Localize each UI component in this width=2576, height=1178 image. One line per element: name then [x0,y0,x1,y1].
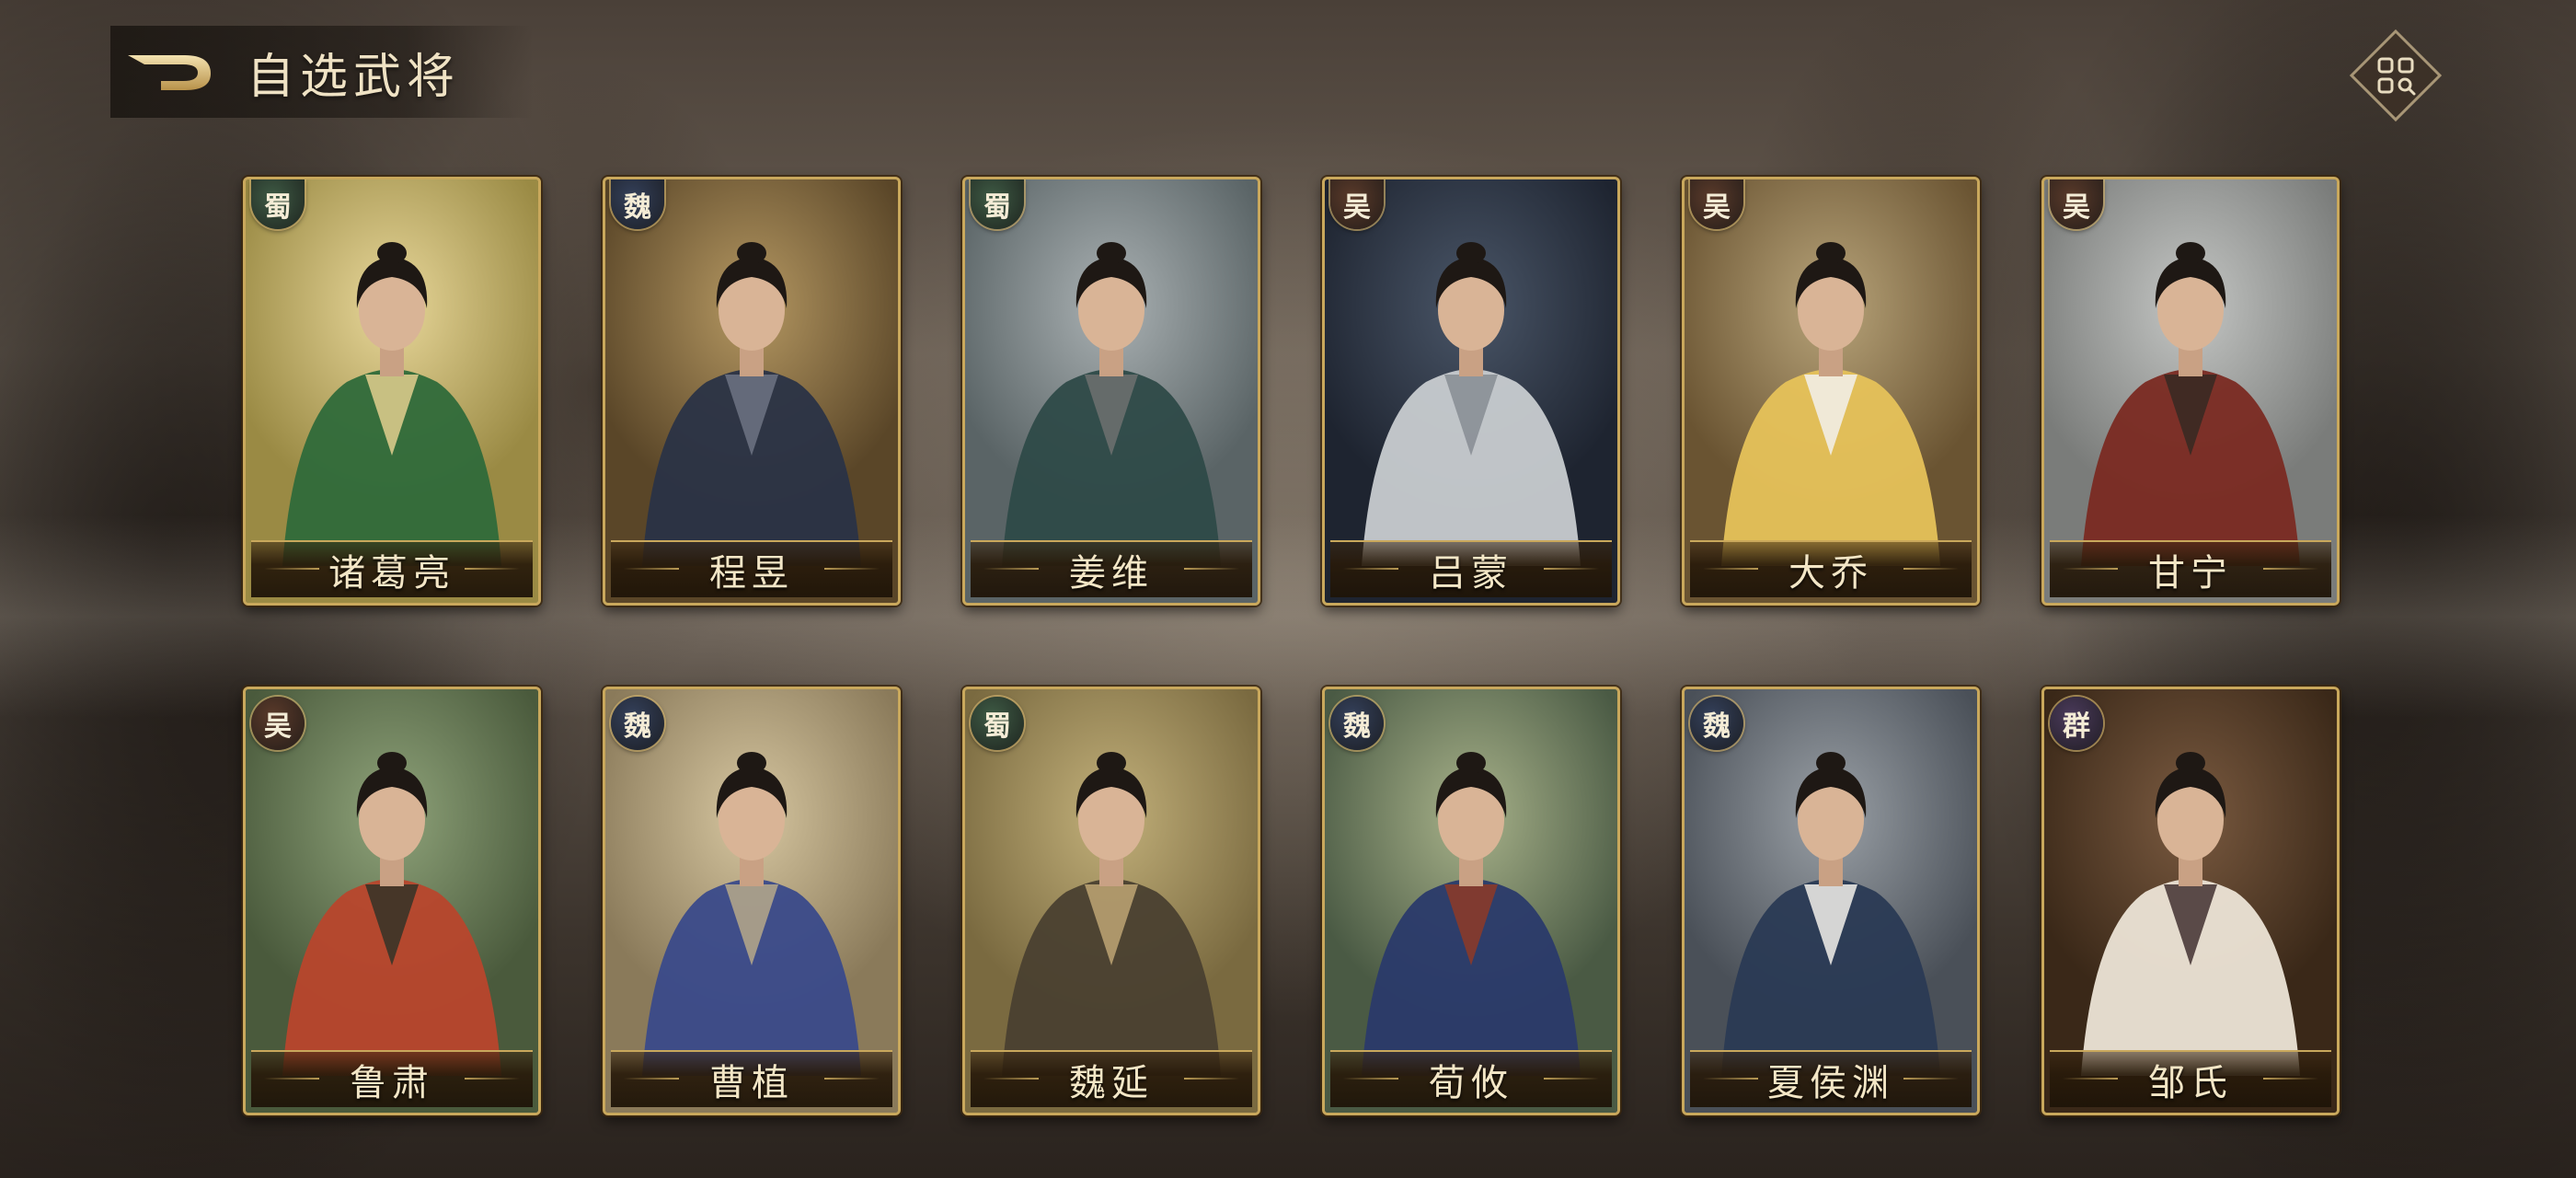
hero-card[interactable]: 吴大乔 [1682,177,1980,606]
hero-portrait [1685,689,1977,1113]
hero-portrait [2044,689,2337,1113]
hero-card[interactable]: 蜀姜维 [962,177,1260,606]
faction-badge: 群 [2050,697,2103,750]
hero-name: 魏延 [1069,1062,1154,1104]
hero-portrait [246,689,538,1113]
hero-name: 程昱 [709,552,794,595]
hero-name: 吕蒙 [1429,552,1513,595]
faction-label: 吴 [264,710,292,743]
faction-badge: 魏 [611,697,664,750]
hero-card[interactable]: 魏程昱 [603,177,901,606]
faction-label: 魏 [1703,710,1731,743]
faction-label: 吴 [1703,191,1731,224]
hero-card[interactable]: 魏荀攸 [1322,687,1620,1115]
name-plate: 大乔 [1690,540,1972,597]
hero-portrait [246,179,538,603]
name-plate: 荀攸 [1330,1050,1612,1107]
hero-card[interactable]: 群邹氏 [2041,687,2340,1115]
faction-badge: 蜀 [971,697,1024,750]
faction-badge: 魏 [1690,697,1743,750]
hero-card[interactable]: 吴鲁肃 [243,687,541,1115]
hero-name: 大乔 [1788,552,1873,595]
hero-card[interactable]: 蜀诸葛亮 [243,177,541,606]
hero-portrait [605,179,898,603]
hero-figure [642,242,861,566]
hero-figure [1721,242,1940,566]
name-plate: 曹植 [611,1050,892,1107]
name-plate: 程昱 [611,540,892,597]
hero-figure [282,242,501,566]
hero-name: 甘宁 [2148,552,2233,595]
hero-card[interactable]: 魏曹植 [603,687,901,1115]
faction-label: 蜀 [983,710,1011,743]
faction-badge: 魏 [1330,697,1384,750]
hero-grid: 蜀诸葛亮魏程昱蜀姜维吴吕蒙吴大乔吴甘宁吴鲁肃魏曹植蜀魏延魏荀攸魏夏侯渊群邹氏 [0,0,2576,1178]
hero-card[interactable]: 吴甘宁 [2041,177,2340,606]
hero-card[interactable]: 吴吕蒙 [1322,177,1620,606]
hero-name: 诸葛亮 [328,552,455,595]
name-plate: 吕蒙 [1330,540,1612,597]
hero-figure [2081,242,2300,566]
name-plate: 夏侯渊 [1690,1050,1972,1107]
hero-select-screen: 自选武将 蜀诸葛亮魏程昱蜀姜维吴吕蒙吴大乔吴甘宁吴鲁肃魏曹植蜀魏延魏荀攸魏夏侯渊… [0,0,2576,1178]
hero-portrait [605,689,898,1113]
hero-portrait [1685,179,1977,603]
hero-name: 夏侯渊 [1767,1062,1894,1104]
hero-portrait [965,689,1258,1113]
faction-label: 蜀 [983,191,1011,224]
faction-label: 魏 [624,710,651,743]
faction-label: 蜀 [264,191,292,224]
name-plate: 魏延 [971,1050,1252,1107]
faction-label: 吴 [2063,191,2090,224]
name-plate: 鲁肃 [251,1050,533,1107]
name-plate: 姜维 [971,540,1252,597]
hero-portrait [1325,179,1617,603]
name-plate: 邹氏 [2050,1050,2331,1107]
hero-portrait [1325,689,1617,1113]
faction-label: 魏 [1343,710,1371,743]
name-plate: 甘宁 [2050,540,2331,597]
hero-figure [1002,242,1221,566]
hero-portrait [2044,179,2337,603]
hero-card[interactable]: 魏夏侯渊 [1682,687,1980,1115]
faction-label: 吴 [1343,191,1371,224]
hero-portrait [965,179,1258,603]
hero-name: 姜维 [1069,552,1154,595]
hero-figure [1362,242,1581,566]
hero-name: 荀攸 [1429,1062,1513,1104]
faction-label: 魏 [624,191,651,224]
hero-card[interactable]: 蜀魏延 [962,687,1260,1115]
faction-badge: 吴 [251,697,305,750]
hero-name: 鲁肃 [350,1062,434,1104]
hero-name: 邹氏 [2148,1062,2233,1104]
name-plate: 诸葛亮 [251,540,533,597]
hero-name: 曹植 [709,1062,794,1104]
faction-label: 群 [2063,710,2090,743]
